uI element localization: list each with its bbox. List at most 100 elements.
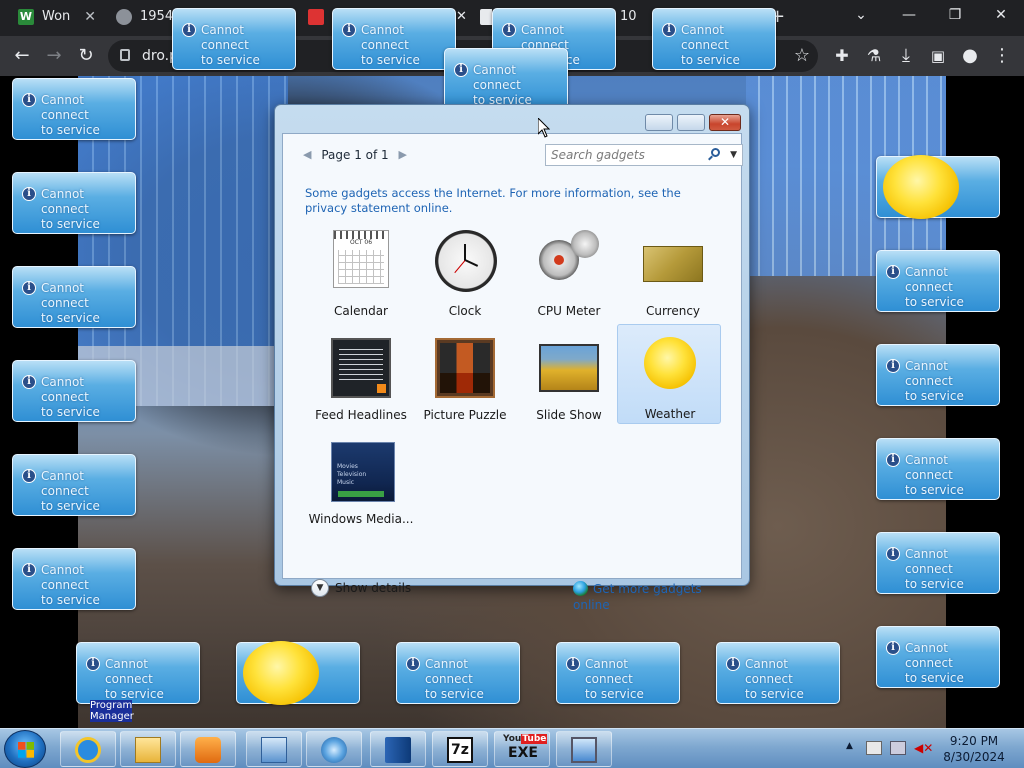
browser-tab-4[interactable] xyxy=(478,2,492,32)
show-hidden-icons-icon[interactable]: ▲ xyxy=(846,741,862,755)
minimize-button[interactable]: — xyxy=(886,0,932,30)
close-tab-icon[interactable]: ✕ xyxy=(84,2,96,32)
taskbar-windows-explorer[interactable] xyxy=(120,731,176,767)
gadget-item-cpu-meter[interactable]: CPU Meter xyxy=(517,226,621,326)
gadget-error-line2: to service xyxy=(745,687,804,701)
volume-muted-icon[interactable]: ◀✕ xyxy=(914,741,933,755)
gadget-item-windows-media[interactable]: Movies Television Music Windows Media... xyxy=(309,434,413,534)
cannot-connect-gadget[interactable]: iCannot connectto service xyxy=(876,438,1000,500)
reload-icon[interactable]: ↻ xyxy=(74,44,98,68)
cannot-connect-gadget[interactable]: iCannot connectto service xyxy=(444,48,568,110)
slideshow-icon xyxy=(539,344,599,392)
weather-sun-icon xyxy=(644,337,696,389)
taskbar-media-player[interactable] xyxy=(180,731,236,767)
maximize-button[interactable] xyxy=(677,114,705,131)
get-more-gadgets-link[interactable]: Get more gadgets online xyxy=(573,581,741,613)
clock-icon xyxy=(435,230,497,292)
close-tab-icon[interactable]: ✕ xyxy=(456,2,476,32)
taskbar-7zip[interactable]: 7z xyxy=(432,731,488,767)
cannot-connect-gadget[interactable]: iCannot connectto service xyxy=(876,532,1000,594)
start-button[interactable] xyxy=(4,730,46,768)
cannot-connect-gadget[interactable]: iCannot connectto service xyxy=(396,642,520,704)
gadget-error-line2: to service xyxy=(905,483,964,497)
taskbar-clock[interactable]: 9:20 PM 8/30/2024 xyxy=(938,733,1010,765)
next-page-icon[interactable]: ▶ xyxy=(399,144,407,166)
download-icon[interactable]: ⤓ xyxy=(894,44,918,68)
gadget-item-slide-show[interactable]: Slide Show xyxy=(517,330,621,430)
info-icon: i xyxy=(886,641,900,655)
gadget-item-weather[interactable]: Weather xyxy=(617,324,721,424)
menu-dots-icon[interactable]: ⋮ xyxy=(990,44,1014,68)
close-button[interactable]: ✕ xyxy=(709,114,741,131)
show-details-button[interactable]: ▼ Show details xyxy=(311,578,411,598)
network-icon[interactable] xyxy=(890,741,906,755)
gadget-error-line2: to service xyxy=(905,389,964,403)
cannot-connect-gadget[interactable]: iCannot connectto service xyxy=(12,266,136,328)
gadget-error-line1: Cannot connect xyxy=(41,563,89,592)
browser-tab-1[interactable]: W Won ✕ xyxy=(6,2,102,32)
taskbar-youtube-exe[interactable]: YouTube EXE xyxy=(494,731,550,767)
prev-page-icon[interactable]: ◀ xyxy=(303,144,311,166)
cannot-connect-gadget[interactable]: iCannot connectto service xyxy=(12,548,136,610)
extensions-puzzle-icon[interactable]: ✚ xyxy=(830,44,854,68)
cannot-connect-gadget[interactable]: iCannot connectto service xyxy=(876,250,1000,312)
tab-search-button[interactable]: ⌄ xyxy=(838,0,884,30)
weather-gadget[interactable] xyxy=(876,155,1000,219)
flag-alert-icon[interactable] xyxy=(866,741,882,755)
forward-arrow-icon[interactable]: → xyxy=(42,44,66,68)
gadget-item-calendar[interactable]: OCT 06 Calendar xyxy=(309,226,413,326)
cannot-connect-gadget[interactable]: iCannot connectto service xyxy=(652,8,776,70)
browser-tab-3[interactable]: u xyxy=(296,2,336,32)
taskbar-internet-explorer[interactable] xyxy=(60,731,116,767)
gadget-item-label: Currency xyxy=(645,304,701,318)
cannot-connect-gadget[interactable]: iCannot connectto service xyxy=(12,78,136,140)
close-window-button[interactable]: ✕ xyxy=(978,0,1024,30)
cannot-connect-gadget[interactable]: iCannot connectto service xyxy=(12,172,136,234)
cannot-connect-gadget[interactable]: iCannot connectto service xyxy=(716,642,840,704)
internet-explorer-icon xyxy=(75,737,101,763)
search-icon[interactable] xyxy=(711,148,720,157)
weather-gadget[interactable] xyxy=(236,641,360,705)
cannot-connect-gadget[interactable]: iCannot connectto service xyxy=(876,626,1000,688)
search-gadgets-input[interactable]: Search gadgets ▼ xyxy=(545,144,743,166)
bookmark-star-icon[interactable]: ☆ xyxy=(790,44,814,68)
profile-avatar-icon[interactable]: ● xyxy=(958,44,982,68)
side-panel-icon[interactable]: ▣ xyxy=(926,44,950,68)
gadget-error-line2: to service xyxy=(201,53,260,67)
gadget-item-feed-headlines[interactable]: Feed Headlines xyxy=(309,330,413,430)
chevron-down-icon: ▼ xyxy=(311,579,329,597)
cannot-connect-gadget[interactable]: iCannot connectto service xyxy=(12,454,136,516)
windows-logo-icon xyxy=(18,742,34,758)
browser-tab-2[interactable]: 1954 xyxy=(104,2,172,32)
cannot-connect-gadget[interactable]: iCannot connectto service xyxy=(12,360,136,422)
minimize-button[interactable] xyxy=(645,114,673,131)
folder-icon xyxy=(135,737,161,763)
labs-flask-icon[interactable]: ⚗ xyxy=(862,44,886,68)
gadget-error-line1: Cannot connect xyxy=(201,23,249,52)
gadget-item-picture-puzzle[interactable]: Picture Puzzle xyxy=(413,330,517,430)
cannot-connect-gadget[interactable]: iCannot connectto service xyxy=(332,8,456,70)
gadget-error-line2: to service xyxy=(41,405,100,419)
gadget-item-currency[interactable]: Currency xyxy=(621,226,725,326)
taskbar-control-panel[interactable] xyxy=(246,731,302,767)
cannot-connect-gadget[interactable]: iCannot connectto service xyxy=(556,642,680,704)
info-icon: i xyxy=(342,23,356,37)
gadget-error-line1: Cannot connect xyxy=(361,23,409,52)
back-arrow-icon[interactable]: ← xyxy=(10,44,34,68)
cpu-meter-icon xyxy=(539,228,599,288)
privacy-notice-link[interactable]: Some gadgets access the Internet. For mo… xyxy=(305,186,725,216)
cannot-connect-gadget[interactable]: iCannot connectto service xyxy=(876,344,1000,406)
gadget-error-line1: Cannot connect xyxy=(905,265,953,294)
taskbar: 7z YouTube EXE ▲ ◀✕ 9:20 PM 8/30/2024 xyxy=(0,728,1024,768)
taskbar-remote-desktop[interactable] xyxy=(556,731,612,767)
taskbar-server[interactable] xyxy=(370,731,426,767)
gallery-content: ◀ Page 1 of 1 ▶ Search gadgets ▼ Some ga… xyxy=(282,133,743,612)
info-icon: i xyxy=(886,359,900,373)
taskbar-browser[interactable] xyxy=(306,731,362,767)
cannot-connect-gadget[interactable]: iCannot connectto service xyxy=(172,8,296,70)
gadget-item-clock[interactable]: Clock xyxy=(413,226,517,326)
cannot-connect-gadget[interactable]: iCannot connectto service xyxy=(76,642,200,704)
restore-button[interactable]: ❐ xyxy=(932,0,978,30)
globe-icon xyxy=(116,9,132,25)
chevron-down-icon[interactable]: ▼ xyxy=(730,145,737,165)
